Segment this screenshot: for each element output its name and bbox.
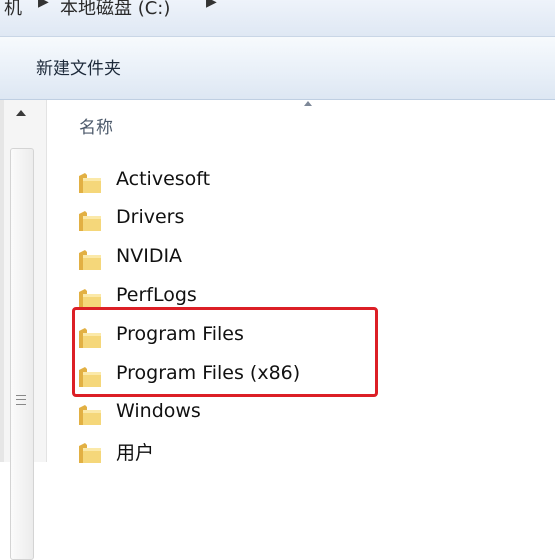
folder-icon: [79, 173, 101, 193]
folder-name: PerfLogs: [116, 284, 197, 306]
folder-name: Activesoft: [116, 168, 211, 190]
folder-icon: [79, 211, 101, 231]
folder-name: NVIDIA: [116, 245, 183, 267]
folder-icon: [79, 250, 101, 270]
folder-icon: [79, 405, 101, 425]
folder-name: 用户: [116, 442, 155, 464]
folder-name: Windows: [116, 400, 201, 422]
folder-name: Drivers: [116, 206, 185, 228]
folder-icon: [79, 443, 101, 463]
highlight-annotation-box: [72, 307, 378, 397]
